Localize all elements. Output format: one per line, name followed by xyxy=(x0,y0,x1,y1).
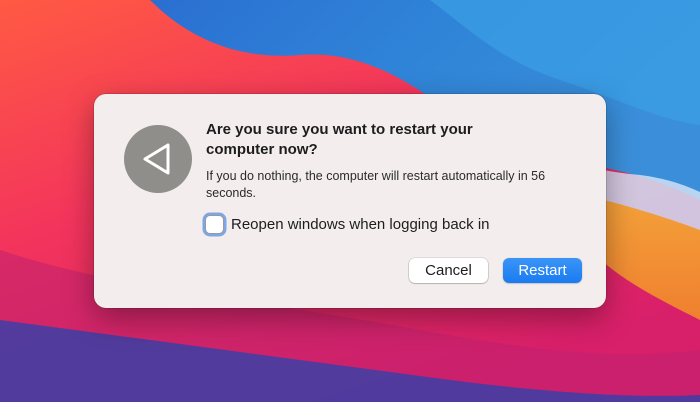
reopen-windows-checkbox[interactable] xyxy=(205,214,224,234)
cancel-button[interactable]: Cancel xyxy=(409,258,488,283)
reopen-windows-option[interactable]: Reopen windows when logging back in xyxy=(205,213,490,235)
dialog-message: If you do nothing, the computer will res… xyxy=(206,169,546,200)
restart-dialog: Are you sure you want to restart your co… xyxy=(94,94,606,308)
restart-button[interactable]: Restart xyxy=(503,258,582,283)
restart-triangle-icon xyxy=(124,125,192,193)
dialog-title: Are you sure you want to restart your co… xyxy=(206,121,473,158)
reopen-windows-label: Reopen windows when logging back in xyxy=(231,215,490,233)
